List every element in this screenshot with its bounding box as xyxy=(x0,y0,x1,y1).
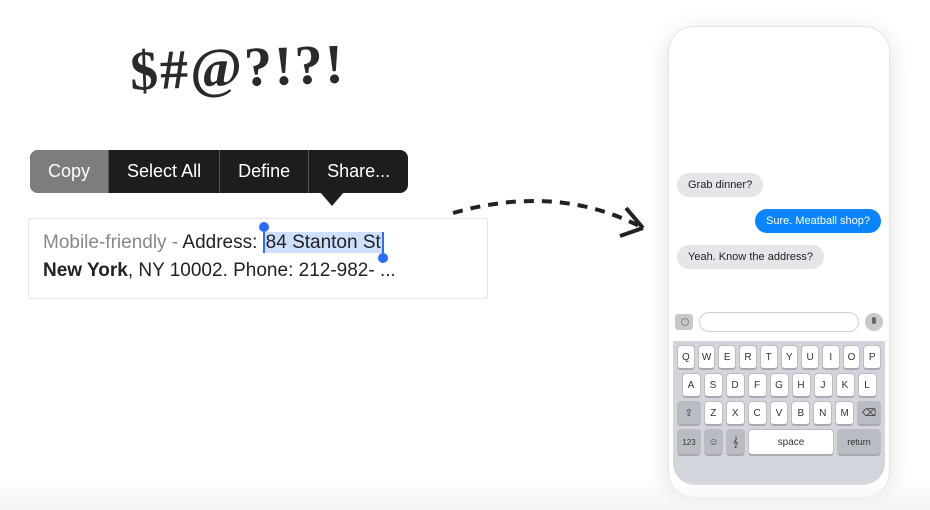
key-u[interactable]: U xyxy=(801,345,819,370)
key-y[interactable]: Y xyxy=(781,345,799,370)
key-m[interactable]: M xyxy=(835,401,854,426)
snippet-prefix: Mobile-friendly - xyxy=(43,232,182,253)
snippet-address-label: Address: xyxy=(182,232,262,253)
graffiti-text: $#@?!?! xyxy=(129,32,346,103)
text-selection-menu: Copy Select All Define Share... xyxy=(30,150,408,193)
copy-button[interactable]: Copy xyxy=(30,150,109,193)
key-i[interactable]: I xyxy=(822,345,840,370)
snippet-city: New York xyxy=(43,260,128,281)
key-v[interactable]: V xyxy=(770,401,789,426)
keyboard-row-2: ASDFGHJKL xyxy=(677,373,881,398)
menu-caret-icon xyxy=(320,192,344,206)
selected-text[interactable]: 84 Stanton St xyxy=(263,232,384,253)
share-button[interactable]: Share... xyxy=(309,150,408,193)
key-p[interactable]: P xyxy=(863,345,881,370)
define-button[interactable]: Define xyxy=(220,150,309,193)
key-c[interactable]: C xyxy=(748,401,767,426)
globe-key[interactable]: ☺ xyxy=(704,429,723,456)
key-q[interactable]: Q xyxy=(677,345,695,370)
key-g[interactable]: G xyxy=(770,373,789,398)
keyboard: QWERTYUIOP ASDFGHJKL ⇧ ZXCVBNM ⌫ 123 ☺ 𝄞… xyxy=(673,341,885,485)
key-s[interactable]: S xyxy=(704,373,723,398)
key-t[interactable]: T xyxy=(760,345,778,370)
message-received[interactable]: Yeah. Know the address? xyxy=(677,245,824,269)
keyboard-row-1: QWERTYUIOP xyxy=(677,345,881,370)
dictate-key[interactable]: 𝄞 xyxy=(726,429,745,456)
key-h[interactable]: H xyxy=(792,373,811,398)
key-d[interactable]: D xyxy=(726,373,745,398)
key-f[interactable]: F xyxy=(748,373,767,398)
messages-thread[interactable]: Grab dinner? Sure. Meatball shop? Yeah. … xyxy=(669,57,889,297)
camera-icon[interactable] xyxy=(675,314,693,330)
message-sent[interactable]: Sure. Meatball shop? xyxy=(755,209,881,233)
key-z[interactable]: Z xyxy=(704,401,723,426)
shift-key[interactable]: ⇧ xyxy=(677,401,701,426)
key-e[interactable]: E xyxy=(718,345,736,370)
select-all-button[interactable]: Select All xyxy=(109,150,220,193)
key-r[interactable]: R xyxy=(739,345,757,370)
key-l[interactable]: L xyxy=(858,373,877,398)
keyboard-row-3: ⇧ ZXCVBNM ⌫ xyxy=(677,401,881,426)
message-input[interactable] xyxy=(699,312,859,332)
key-o[interactable]: O xyxy=(843,345,861,370)
key-k[interactable]: K xyxy=(836,373,855,398)
key-b[interactable]: B xyxy=(791,401,810,426)
key-w[interactable]: W xyxy=(698,345,716,370)
message-received[interactable]: Grab dinner? xyxy=(677,173,763,197)
key-j[interactable]: J xyxy=(814,373,833,398)
snippet-rest: , NY 10002. Phone: 212-982- ... xyxy=(128,260,396,281)
arrow-icon xyxy=(448,178,668,278)
key-x[interactable]: X xyxy=(726,401,745,426)
bottom-gradient xyxy=(0,480,930,510)
backspace-key[interactable]: ⌫ xyxy=(857,401,881,426)
phone-mockup: Grab dinner? Sure. Meatball shop? Yeah. … xyxy=(668,26,890,498)
key-n[interactable]: N xyxy=(813,401,832,426)
mic-send-icon[interactable] xyxy=(865,313,883,331)
numbers-key[interactable]: 123 xyxy=(677,429,701,456)
search-result-snippet[interactable]: Mobile-friendly - Address: 84 Stanton St… xyxy=(28,218,488,299)
key-a[interactable]: A xyxy=(682,373,701,398)
return-key[interactable]: return xyxy=(837,429,881,456)
space-key[interactable]: space xyxy=(748,429,834,456)
